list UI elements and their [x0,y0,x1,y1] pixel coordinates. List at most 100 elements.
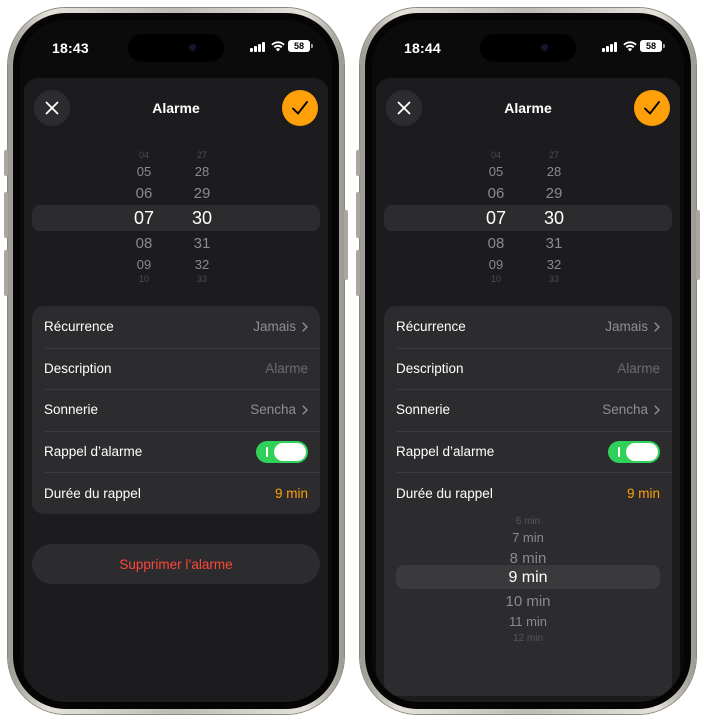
status-bar: 18:43 58 [20,20,332,70]
snooze-duration-label: Durée du rappel [396,485,493,501]
ringtone-label: Sonnerie [396,402,451,418]
description-input[interactable]: Alarme [617,361,660,376]
phone-left: 18:43 58 Alarme 04 05 06 07 08 09 10 27 … [8,8,344,714]
ringtone-row[interactable]: Sonnerie Sencha [384,389,672,431]
recurrence-value: Jamais [605,319,660,334]
hour-option[interactable]: 06 [476,185,516,202]
ringtone-label: Sonnerie [44,402,99,418]
minute-option[interactable]: 27 [534,150,574,160]
recurrence-row[interactable]: Récurrence Jamais [384,306,672,348]
phone-right: 18:44 58 Alarme 04 05 06 07 08 09 10 27 … [360,8,696,714]
time-picker[interactable]: 04 05 06 07 08 09 10 27 28 29 30 31 32 3… [376,148,680,288]
snooze-toggle[interactable] [256,440,308,463]
hour-option[interactable]: 06 [124,185,164,202]
description-row[interactable]: Description Alarme [384,347,672,390]
hour-option[interactable]: 08 [124,235,164,252]
hour-option[interactable]: 05 [124,164,164,179]
minute-option[interactable]: 31 [182,235,222,252]
hour-option[interactable]: 10 [476,274,516,284]
ringtone-value-text: Sencha [250,402,296,418]
duration-option-selected[interactable]: 9 min [376,569,680,587]
camera-icon [541,44,548,51]
power-button [344,210,348,280]
snooze-toggle[interactable] [608,440,660,463]
confirm-button[interactable] [282,90,318,126]
dynamic-island [128,34,224,62]
toggle-knob [626,442,658,461]
minute-option[interactable]: 28 [182,164,222,179]
snooze-duration-row[interactable]: Durée du rappel 9 min [384,472,672,514]
hour-option[interactable]: 08 [476,235,516,252]
minute-option[interactable]: 33 [182,274,222,284]
duration-option[interactable]: 11 min [376,614,680,629]
duration-option[interactable]: 8 min [376,550,680,567]
minute-option[interactable]: 27 [182,150,222,160]
recurrence-value: Jamais [253,319,308,334]
chevron-right-icon [654,322,660,332]
camera-icon [189,44,196,51]
delete-alarm-button[interactable]: Supprimer l’alarme [32,544,320,584]
phone-screen: 18:43 58 Alarme 04 05 06 07 08 09 10 27 … [20,20,332,702]
recurrence-value-text: Jamais [253,319,296,335]
recurrence-row[interactable]: Récurrence Jamais [32,306,320,348]
sheet-header: Alarme [24,78,328,140]
hour-option-selected[interactable]: 07 [476,208,516,229]
picker-selection-highlight [32,205,320,231]
snooze-duration-value: 9 min [626,485,660,501]
snooze-label: Rappel d’alarme [396,444,495,460]
minute-option[interactable]: 32 [182,257,222,272]
hour-option[interactable]: 09 [124,257,164,272]
volume-up-button [356,192,360,238]
description-label: Description [396,360,464,376]
volume-up-button [4,192,8,238]
checkmark-icon [644,101,660,115]
description-row[interactable]: Description Alarme [32,347,320,390]
minute-wheel[interactable]: 27 28 29 30 31 32 33 [534,148,574,288]
time-picker[interactable]: 04 05 06 07 08 09 10 27 28 29 30 31 32 3… [24,148,328,288]
duration-option[interactable]: 7 min [376,530,680,545]
duration-option[interactable]: 12 min [376,633,680,644]
duration-option[interactable]: 10 min [376,593,680,610]
minute-option[interactable]: 33 [534,274,574,284]
hour-option[interactable]: 04 [124,150,164,160]
toggle-knob [274,442,306,461]
description-input[interactable]: Alarme [265,361,308,376]
alarm-sheet: Alarme 04 05 06 07 08 09 10 27 28 29 30 … [376,78,680,702]
minute-option[interactable]: 29 [182,185,222,202]
status-bar: 18:44 58 [372,20,684,70]
alarm-sheet: Alarme 04 05 06 07 08 09 10 27 28 29 30 … [24,78,328,702]
status-time: 18:43 [52,40,89,56]
ringtone-row[interactable]: Sonnerie Sencha [32,389,320,431]
recurrence-label: Récurrence [396,319,466,335]
duration-option[interactable]: 6 min [376,516,680,527]
alarm-settings-list: Récurrence Jamais Description Alarme Son… [32,306,320,514]
hour-wheel[interactable]: 04 05 06 07 08 09 10 [124,148,164,288]
minute-option[interactable]: 31 [534,235,574,252]
hour-wheel[interactable]: 04 05 06 07 08 09 10 [476,148,516,288]
hour-option[interactable]: 04 [476,150,516,160]
hour-option-selected[interactable]: 07 [124,208,164,229]
volume-down-button [356,250,360,296]
confirm-button[interactable] [634,90,670,126]
chevron-right-icon [654,405,660,415]
wifi-icon [271,41,285,52]
toggle-on-indicator [618,446,620,457]
action-button [4,150,8,176]
minute-option[interactable]: 29 [534,185,574,202]
minute-option-selected[interactable]: 30 [534,208,574,229]
minute-option-selected[interactable]: 30 [182,208,222,229]
ringtone-value: Sencha [250,402,308,417]
snooze-duration-row[interactable]: Durée du rappel 9 min [32,472,320,514]
snooze-duration-picker[interactable]: 6 min 7 min 8 min 9 min 10 min 11 min 12… [376,514,680,651]
status-time: 18:44 [404,40,441,56]
hour-option[interactable]: 09 [476,257,516,272]
phone-bezel: 18:44 58 Alarme 04 05 06 07 08 09 10 27 … [365,13,691,709]
hour-option[interactable]: 10 [124,274,164,284]
minute-option[interactable]: 32 [534,257,574,272]
hour-option[interactable]: 05 [476,164,516,179]
battery-icon: 58 [640,40,665,52]
minute-option[interactable]: 28 [534,164,574,179]
toggle-on-indicator [266,446,268,457]
snooze-row: Rappel d’alarme [384,430,672,473]
minute-wheel[interactable]: 27 28 29 30 31 32 33 [182,148,222,288]
